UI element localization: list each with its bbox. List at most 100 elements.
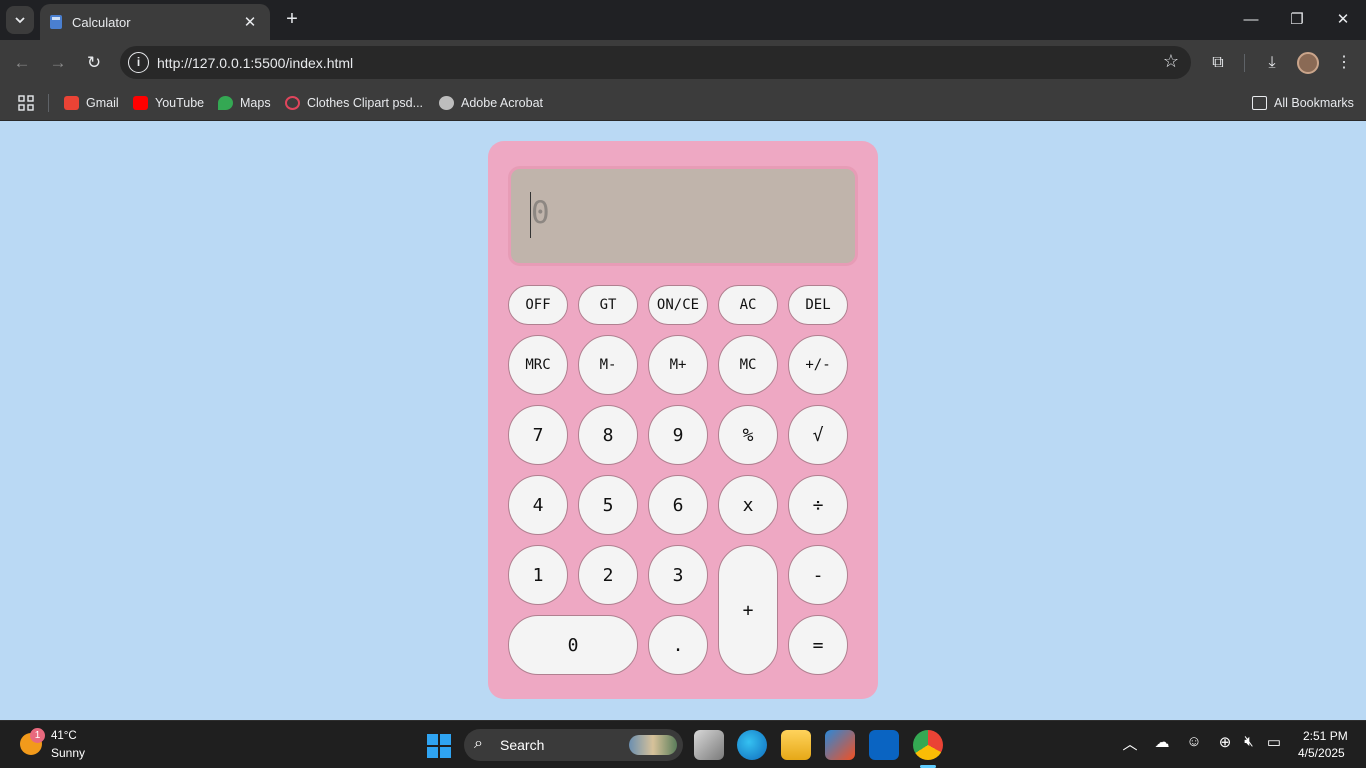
download-icon[interactable]: ⤓ bbox=[1259, 50, 1285, 76]
onedrive-icon[interactable]: ☁ bbox=[1152, 733, 1172, 751]
all-bookmarks-label: All Bookmarks bbox=[1274, 96, 1354, 110]
bookmark-adobe-acrobat[interactable]: Adobe Acrobat bbox=[439, 93, 543, 113]
seven-button[interactable]: 7 bbox=[508, 405, 568, 465]
mrc-button[interactable]: MRC bbox=[508, 335, 568, 395]
percent-button[interactable]: % bbox=[718, 405, 778, 465]
all-bookmarks[interactable]: All Bookmarks bbox=[1252, 93, 1354, 113]
outlook-icon[interactable] bbox=[869, 730, 899, 760]
on-ce-button[interactable]: ON/CE bbox=[648, 285, 708, 325]
clothes-clipart-icon bbox=[285, 96, 300, 110]
bookmark-gmail[interactable]: Gmail bbox=[64, 93, 119, 113]
restore-button[interactable]: ❐ bbox=[1282, 8, 1312, 32]
mc-button[interactable]: MC bbox=[718, 335, 778, 395]
search-label: Search bbox=[500, 737, 545, 753]
folder-icon bbox=[1252, 96, 1267, 110]
bookmark-label: YouTube bbox=[155, 96, 205, 110]
display-value: 0 bbox=[531, 195, 550, 231]
active-tab[interactable]: Calculator ✕ bbox=[40, 4, 270, 40]
one-button[interactable]: 1 bbox=[508, 545, 568, 605]
plus-button[interactable]: + bbox=[718, 545, 778, 675]
calculator-favicon-icon bbox=[50, 15, 62, 29]
zero-button[interactable]: 0 bbox=[508, 615, 638, 675]
back-button[interactable]: ← bbox=[9, 50, 35, 76]
tab-strip: Calculator ✕ + — ❐ ✕ bbox=[0, 0, 1366, 40]
maps-icon bbox=[218, 96, 233, 110]
microsoft-store-icon[interactable] bbox=[825, 730, 855, 760]
m-minus-button[interactable]: M- bbox=[578, 335, 638, 395]
grid-icon bbox=[18, 95, 34, 111]
chevron-up-icon[interactable]: ︿ bbox=[1120, 733, 1140, 754]
profile-avatar[interactable] bbox=[1297, 52, 1319, 74]
weather-temperature: 41°C bbox=[51, 730, 77, 742]
search-highlight-image bbox=[629, 735, 677, 755]
decimal-button[interactable]: . bbox=[648, 615, 708, 675]
browser-toolbar: ← → ↻ i http://127.0.0.1:5500/index.html… bbox=[0, 40, 1366, 85]
reload-button[interactable]: ↻ bbox=[81, 50, 107, 76]
bookmark-label: Gmail bbox=[86, 96, 119, 110]
clock-date[interactable]: 4/5/2025 bbox=[1298, 746, 1345, 760]
bookmark-label: Adobe Acrobat bbox=[461, 96, 544, 110]
tab-close-icon[interactable]: ✕ bbox=[240, 13, 260, 31]
eight-button[interactable]: 8 bbox=[578, 405, 638, 465]
nine-button[interactable]: 9 bbox=[648, 405, 708, 465]
divide-button[interactable]: ÷ bbox=[788, 475, 848, 535]
battery-icon[interactable]: ▭ bbox=[1264, 733, 1284, 751]
menu-icon[interactable]: ⋮ bbox=[1331, 50, 1357, 76]
apps-grid-icon[interactable] bbox=[18, 93, 34, 113]
minus-button[interactable]: - bbox=[788, 545, 848, 605]
clock-time[interactable]: 2:51 PM bbox=[1303, 729, 1348, 743]
gt-button[interactable]: GT bbox=[578, 285, 638, 325]
bookmarks-bar: Gmail YouTube Maps Clothes Clipart psd..… bbox=[0, 85, 1366, 121]
notification-badge: 1 bbox=[30, 728, 45, 743]
bookmark-label: Clothes Clipart psd... bbox=[307, 96, 424, 110]
extensions-icon[interactable]: ⧉ bbox=[1205, 50, 1231, 76]
multiply-button[interactable]: x bbox=[718, 475, 778, 535]
url-text[interactable]: http://127.0.0.1:5500/index.html bbox=[157, 55, 353, 71]
volume-muted-icon[interactable]: 🔇︎ bbox=[1239, 733, 1259, 750]
start-button[interactable] bbox=[427, 734, 451, 758]
forward-button[interactable]: → bbox=[45, 50, 71, 76]
tab-title: Calculator bbox=[72, 14, 131, 30]
tab-search-button[interactable] bbox=[6, 6, 34, 34]
bookmark-youtube[interactable]: YouTube bbox=[133, 93, 204, 113]
network-icon[interactable]: ⊕ bbox=[1215, 733, 1235, 751]
emoji-icon[interactable]: ☺ bbox=[1184, 733, 1204, 750]
equals-button[interactable]: = bbox=[788, 615, 848, 675]
m-plus-button[interactable]: M+ bbox=[648, 335, 708, 395]
edge-icon[interactable] bbox=[737, 730, 767, 760]
toolbar-divider bbox=[1244, 54, 1245, 72]
address-bar[interactable]: i http://127.0.0.1:5500/index.html ☆ bbox=[120, 46, 1191, 79]
taskbar: 1 41°C Sunny ⌕ Search ︿ ☁ ☺ ⊕ 🔇︎ ▭ 2:51 … bbox=[0, 720, 1366, 768]
calculator: 0 OFF GT ON/CE AC DEL MRC M- M+ MC +/- 7… bbox=[488, 141, 878, 699]
task-view-icon[interactable] bbox=[694, 730, 724, 760]
new-tab-button[interactable]: + bbox=[280, 8, 304, 32]
youtube-icon bbox=[133, 96, 148, 110]
off-button[interactable]: OFF bbox=[508, 285, 568, 325]
del-button[interactable]: DEL bbox=[788, 285, 848, 325]
bookmark-maps[interactable]: Maps bbox=[218, 93, 271, 113]
weather-condition: Sunny bbox=[51, 746, 86, 760]
two-button[interactable]: 2 bbox=[578, 545, 638, 605]
bookmarks-divider bbox=[48, 94, 49, 112]
gmail-icon bbox=[64, 96, 79, 110]
ac-button[interactable]: AC bbox=[718, 285, 778, 325]
close-window-button[interactable]: ✕ bbox=[1328, 8, 1358, 32]
five-button[interactable]: 5 bbox=[578, 475, 638, 535]
three-button[interactable]: 3 bbox=[648, 545, 708, 605]
site-info-icon[interactable]: i bbox=[128, 52, 149, 73]
calculator-display[interactable]: 0 bbox=[508, 166, 858, 266]
chrome-icon[interactable] bbox=[913, 730, 943, 760]
search-icon: ⌕ bbox=[474, 735, 483, 752]
four-button[interactable]: 4 bbox=[508, 475, 568, 535]
sqrt-button[interactable]: √ bbox=[788, 405, 848, 465]
bookmark-label: Maps bbox=[240, 96, 271, 110]
bookmark-star-icon[interactable]: ☆ bbox=[1163, 51, 1179, 72]
plus-minus-button[interactable]: +/- bbox=[788, 335, 848, 395]
six-button[interactable]: 6 bbox=[648, 475, 708, 535]
windows-logo-icon bbox=[427, 734, 438, 745]
acrobat-icon bbox=[439, 96, 454, 110]
bookmark-clothes-clipart[interactable]: Clothes Clipart psd... bbox=[285, 93, 423, 113]
taskbar-search[interactable]: ⌕ Search bbox=[464, 729, 683, 761]
file-explorer-icon[interactable] bbox=[781, 730, 811, 760]
minimize-button[interactable]: — bbox=[1236, 8, 1266, 32]
